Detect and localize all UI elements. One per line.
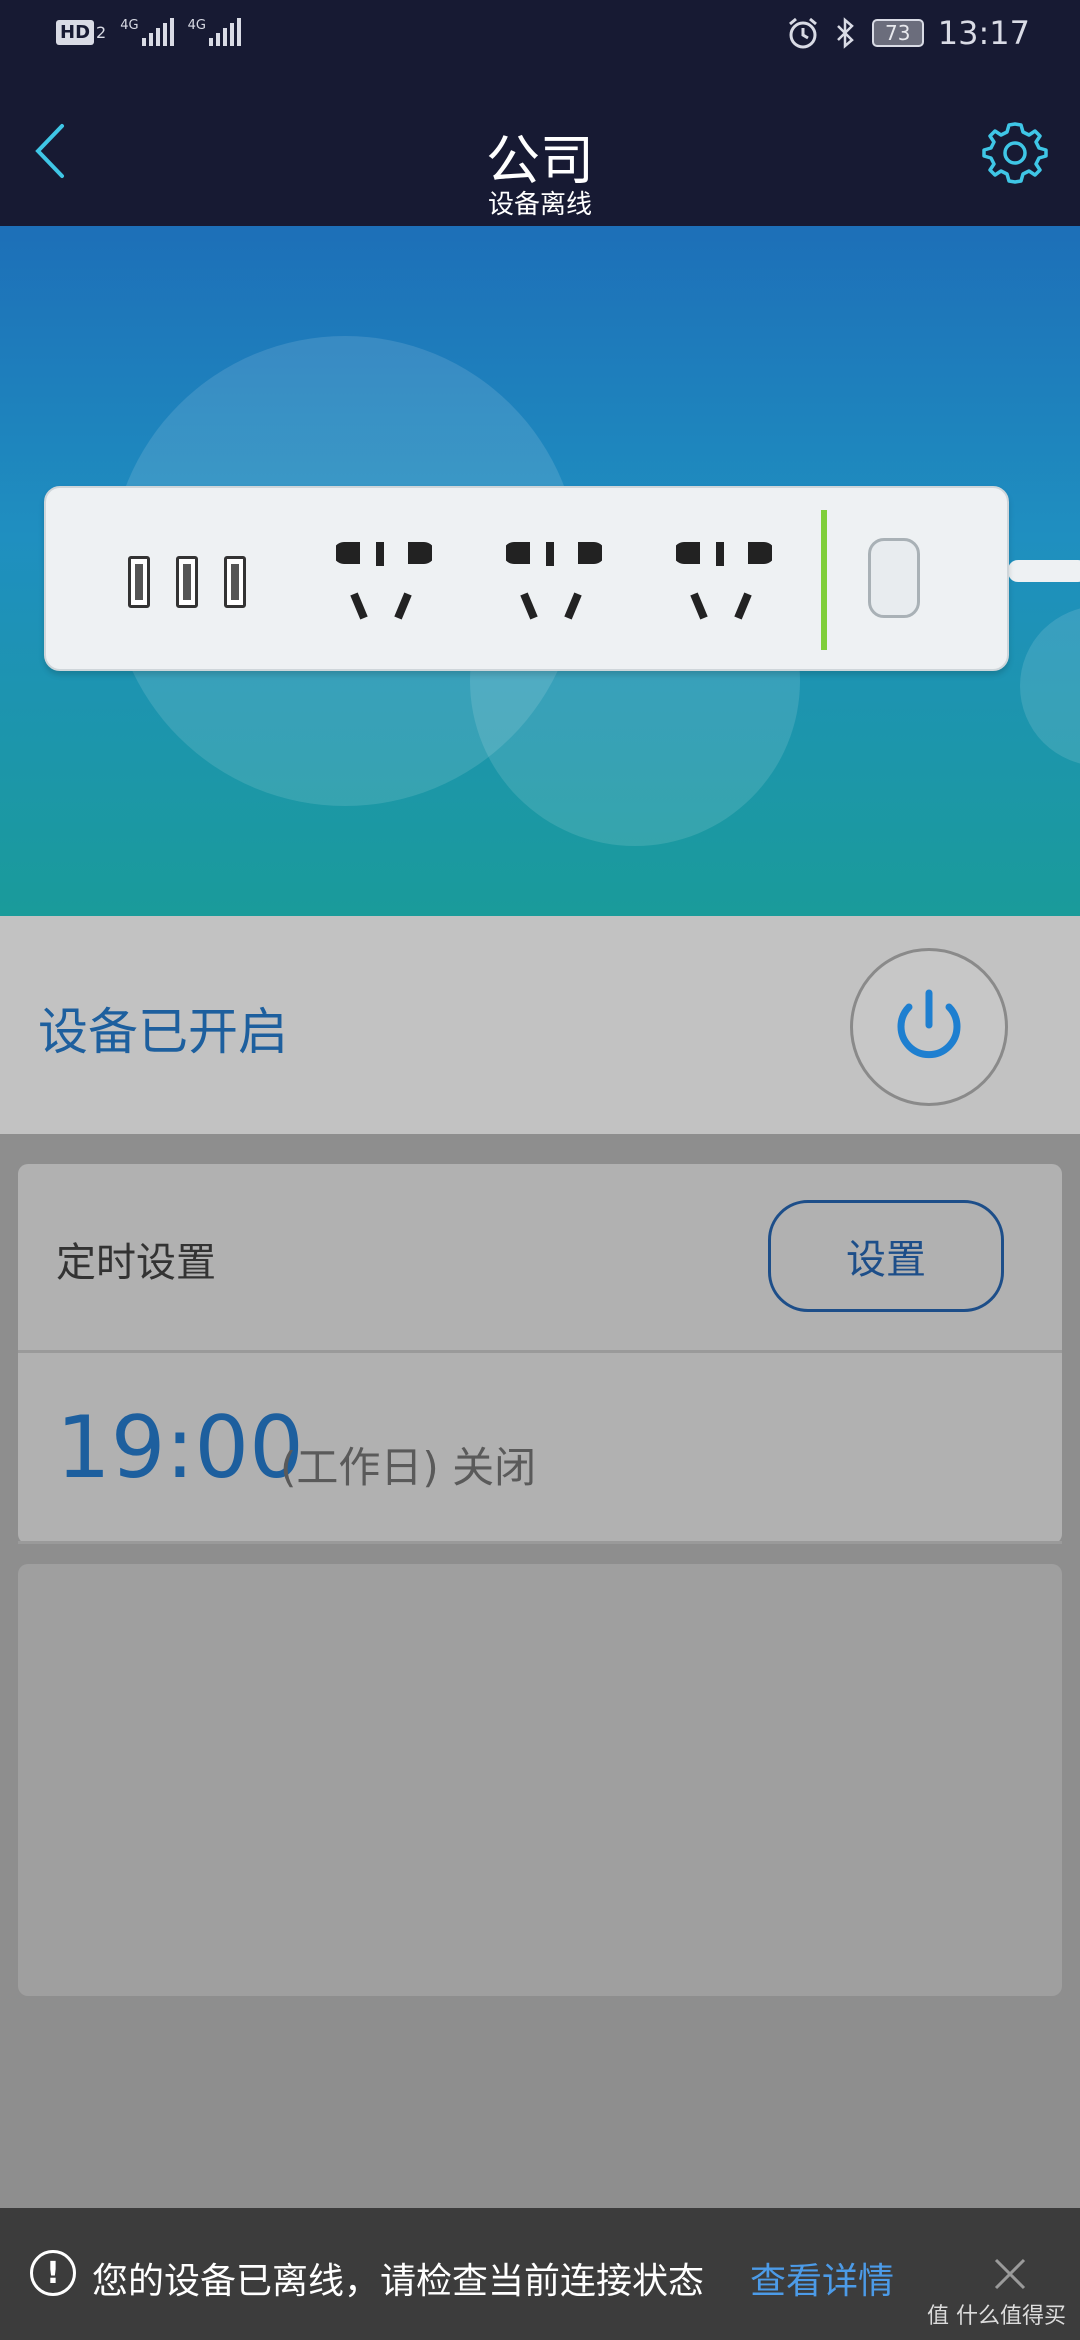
hd-badge: HD [56,19,95,45]
clock: 13:17 [937,14,1030,52]
network-type-label: 4G [120,18,139,33]
status-right: 73 13:17 [786,14,1030,52]
divider [18,1350,1062,1353]
battery-icon: 73 [871,19,924,47]
settings-button[interactable] [980,116,1050,186]
power-cable [1008,560,1080,582]
timer-description: (工作日) 关闭 [280,1443,537,1492]
strip-switch [868,538,920,618]
outlet-icon [506,542,602,620]
power-icon [897,989,961,1059]
timer-card: 定时设置 设置 19:00 (工作日) 关闭 [18,1164,1062,1544]
close-icon [994,2258,1026,2290]
watermark: 值 什么值得买 [927,2304,1066,2329]
power-toggle-button[interactable] [850,948,1008,1106]
notification-message: 您的设备已离线，请检查当前连接状态 [92,2261,705,2302]
device-status-subtitle: 设备离线 [487,190,592,220]
timer-set-button[interactable]: 设置 [768,1200,1004,1312]
battery-level: 73 [885,21,911,45]
signal-bars-icon [141,18,174,46]
usb-port-icon [224,556,246,608]
signal-2: 4G [188,18,241,46]
empty-content-card [18,1564,1062,1996]
alert-icon: ! [30,2250,76,2296]
usb-port-icon [128,556,150,608]
view-details-link[interactable]: 查看详情 [750,2252,894,2304]
background-bubble [1020,606,1080,766]
outlet-icon [336,542,432,620]
usb-port-icon [176,556,198,608]
network-type-label: 4G [187,18,206,33]
signal-bars-icon [208,18,241,46]
divider [18,1541,1062,1544]
power-status-label: 设备已开启 [38,1003,288,1061]
timer-settings-label: 定时设置 [56,1240,216,1286]
power-status-row: 设备已开启 [0,916,1080,1134]
indicator-light [821,510,827,650]
power-strip-image [44,486,1009,671]
gear-icon [982,122,1048,184]
status-bar: HD 2 4G 4G 73 13:17 [0,0,1080,76]
outlet-icon [676,542,772,620]
alarm-icon [788,17,817,49]
hd-sub: 2 [96,22,107,42]
bluetooth-icon [836,17,854,49]
device-hero-banner [0,226,1080,916]
close-notification-button[interactable] [988,2252,1032,2296]
title-bar: 公司 设备离线 [0,76,1080,226]
status-left: HD 2 4G 4G [56,18,241,46]
timer-time: 19:00 [56,1398,304,1498]
signal-1: 4G [120,18,174,46]
offline-notification-bar: ! 您的设备已离线，请检查当前连接状态 查看详情 值 什么值得买 [0,2208,1080,2340]
